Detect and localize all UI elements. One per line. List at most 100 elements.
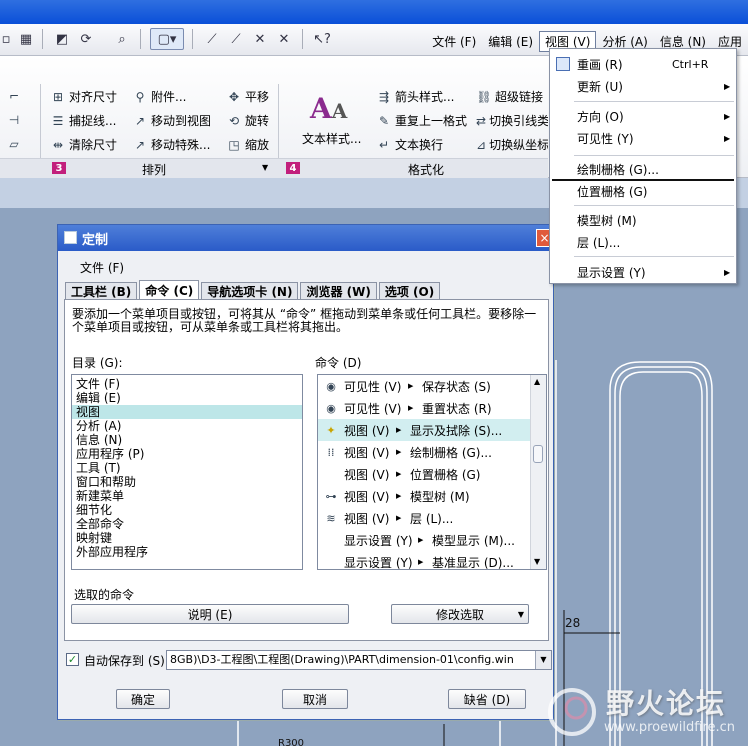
tab-commands[interactable]: 命令 (C) [139,280,200,300]
display-style-icon[interactable]: ▢▾ [150,28,184,50]
list-item[interactable]: 显示设置 (Y) ▶ 基准显示 (D)... [318,551,530,570]
list-item[interactable]: 外部应用程序 [72,545,302,559]
toolbar-left-icon[interactable]: ▫ [0,28,16,50]
menu-item-layers[interactable]: 层 (L)... [550,232,736,252]
text-wrap-icon: ↵ [378,137,390,152]
properties-icon[interactable]: ▦ [16,28,36,50]
menu-item-location-grid[interactable]: 位置栅格 (G) [550,181,736,201]
customize-dialog: 定制 × 文件 (F) 工具栏 (B) 命令 (C) 导航选项卡 (N) 浏览器… [57,224,554,720]
group3-expand-icon[interactable]: ▼ [262,163,268,172]
dialog-app-icon [64,231,77,244]
menu-file[interactable]: 文件 (F) [426,31,482,52]
pan-button[interactable]: ✥ 平移 [226,88,269,105]
menu-item-model-tree[interactable]: 模型树 (M) [550,210,736,230]
list-item[interactable]: 映射键 [72,531,302,545]
scale-button[interactable]: ◳ 缩放 [226,136,269,153]
scroll-up-icon[interactable]: ▲ [534,377,540,386]
list-item[interactable]: ⁞⁞ 视图 (V) ▶ 绘制栅格 (G)... [318,441,530,463]
menu-item-display-settings[interactable]: 显示设置 (Y) ▶ [550,262,736,282]
datum-plane-icon[interactable]: ⟋ [202,28,222,50]
list-item-selected[interactable]: ✦ 视图 (V) ▶ 显示及拭除 (S)... [318,419,530,441]
autosave-checkbox[interactable]: ✓ [66,653,79,666]
rotate-button[interactable]: ⟲ 旋转 [226,112,269,129]
scrollbar-thumb[interactable] [533,445,543,463]
categories-list[interactable]: 文件 (F) 编辑 (E) 视图 分析 (A) 信息 (N) 应用程序 (P) … [71,374,303,570]
dimension-r-label: R300 [278,738,305,746]
clean-dimensions-button[interactable]: ⇹ 清除尺寸 [50,136,117,153]
list-item[interactable]: 应用程序 (P) [72,447,302,461]
text-wrap-button[interactable]: ↵ 文本换行 [376,136,443,153]
dialog-menu-file[interactable]: 文件 (F) [80,259,124,276]
toggle-ordinate-button[interactable]: ⊿ 切换纵坐标 [476,136,548,153]
list-item[interactable]: 显示设置 (Y) ▶ 模型显示 (M)... [318,529,530,551]
list-item[interactable]: ⊶ 视图 (V) ▶ 模型树 (M) [318,485,530,507]
scroll-down-icon[interactable]: ▼ [534,557,540,566]
list-item[interactable]: 窗口和帮助 [72,475,302,489]
menu-item-repaint[interactable]: 重画 (R) Ctrl+R [550,54,736,74]
commands-list[interactable]: ◉ 可见性 (V) ▶ 保存状态 (S) ◉ 可见性 (V) ▶ 重置状态 (R… [317,374,547,570]
ok-button[interactable]: 确定 [116,689,170,709]
zoom-icon[interactable]: ⌕ [112,28,132,50]
commands-scrollbar[interactable]: ▲ ▼ [530,375,546,569]
list-item[interactable]: ◉ 可见性 (V) ▶ 重置状态 (R) [318,397,530,419]
list-item[interactable]: 细节化 [72,503,302,517]
menu-item-orientation[interactable]: 方向 (O) ▶ [550,106,736,126]
autosave-path-field[interactable]: 8GB)\D3-工程图\工程图(Drawing)\PART\dimension-… [166,650,552,670]
ribbon-left-tool-2[interactable]: ⊣ [6,112,22,128]
list-item[interactable]: 编辑 (E) [72,391,302,405]
snap-line-button[interactable]: ☰ 捕捉线... [50,112,117,129]
menu-edit[interactable]: 编辑 (E) [482,31,539,52]
dialog-title-bar[interactable]: 定制 [58,225,553,251]
tab-options[interactable]: 选项 (O) [378,282,441,300]
align-dimensions-button[interactable]: ⊞ 对齐尺寸 [50,88,117,105]
arrow-style-button[interactable]: ⇶ 箭头样式... [376,88,454,105]
ribbon-left-tool-3[interactable]: ▱ [6,136,22,152]
list-item[interactable]: 视图 (V) ▶ 位置栅格 (G) [318,463,530,485]
toggle-leader-type-button[interactable]: ⇄ 切换引线类 [476,112,548,129]
list-item[interactable]: 信息 (N) [72,433,302,447]
chevron-down-icon: ▼ [517,609,524,619]
submenu-arrow-icon: ▶ [408,404,414,412]
list-item[interactable]: 工具 (T) [72,461,302,475]
menu-item-update[interactable]: 更新 (U) ▶ [550,76,736,96]
tab-navigator[interactable]: 导航选项卡 (N) [201,282,299,300]
modify-selection-button[interactable]: 修改选取 ▼ [391,604,529,624]
menu-item-draw-grid[interactable]: 绘制栅格 (G)... [550,159,736,179]
list-item[interactable]: ≋ 视图 (V) ▶ 层 (L)... [318,507,530,529]
instructions-text: 要添加一个菜单项目或按钮，可将其从 “命令” 框拖动到菜单条或任何工具栏。要移除… [72,307,537,334]
context-help-icon[interactable]: ↖? [312,28,332,50]
ribbon-left-tool-1[interactable]: ⌐ [6,88,22,104]
list-item[interactable]: 全部命令 [72,517,302,531]
datum-point-icon[interactable]: ✕ [250,28,270,50]
selected-command-label: 选取的命令 [74,588,135,602]
hyperlink-button[interactable]: ⛓ 超级链接 [476,88,543,105]
menu-item-visibility[interactable]: 可见性 (Y) ▶ [550,128,736,148]
cancel-button[interactable]: 取消 [282,689,348,709]
repeat-last-format-button[interactable]: ✎ 重复上一格式 [376,112,467,129]
list-item-selected[interactable]: 视图 [72,405,302,419]
describe-button[interactable]: 说明 (E) [71,604,349,624]
list-item[interactable]: ◉ 可见性 (V) ▶ 保存状态 (S) [318,375,530,397]
tab-browser[interactable]: 浏览器 (W) [300,282,377,300]
datum-axis-icon[interactable]: ⟋ [226,28,246,50]
app-title-bar [0,0,748,24]
move-to-view-button[interactable]: ↗ 移动到视图 [132,112,211,129]
edit-icon[interactable]: ◩ [52,28,72,50]
chevron-down-icon[interactable]: ▼ [535,651,551,669]
autosave-label: 自动保存到 (S) [84,654,165,668]
submenu-arrow-icon: ▶ [408,382,414,390]
attachment-button[interactable]: ⚲ 附件... [132,88,187,105]
move-special-button[interactable]: ↗ 移动特殊... [132,136,210,153]
toggle-ordinate-icon: ⊿ [476,137,487,152]
regenerate-icon[interactable]: ⟳ [76,28,96,50]
submenu-arrow-icon: ▶ [724,267,731,277]
clean-icon: ⇹ [52,137,64,152]
default-button[interactable]: 缺省 (D) [448,689,526,709]
list-item[interactable]: 文件 (F) [72,377,302,391]
group-label-arrange: 排列 [142,163,167,177]
coordinate-system-icon[interactable]: ✕ [274,28,294,50]
tab-toolbars[interactable]: 工具栏 (B) [65,282,138,300]
list-item[interactable]: 分析 (A) [72,419,302,433]
text-style-button[interactable]: AA 文本样式... [296,92,368,148]
list-item[interactable]: 新建菜单 [72,489,302,503]
